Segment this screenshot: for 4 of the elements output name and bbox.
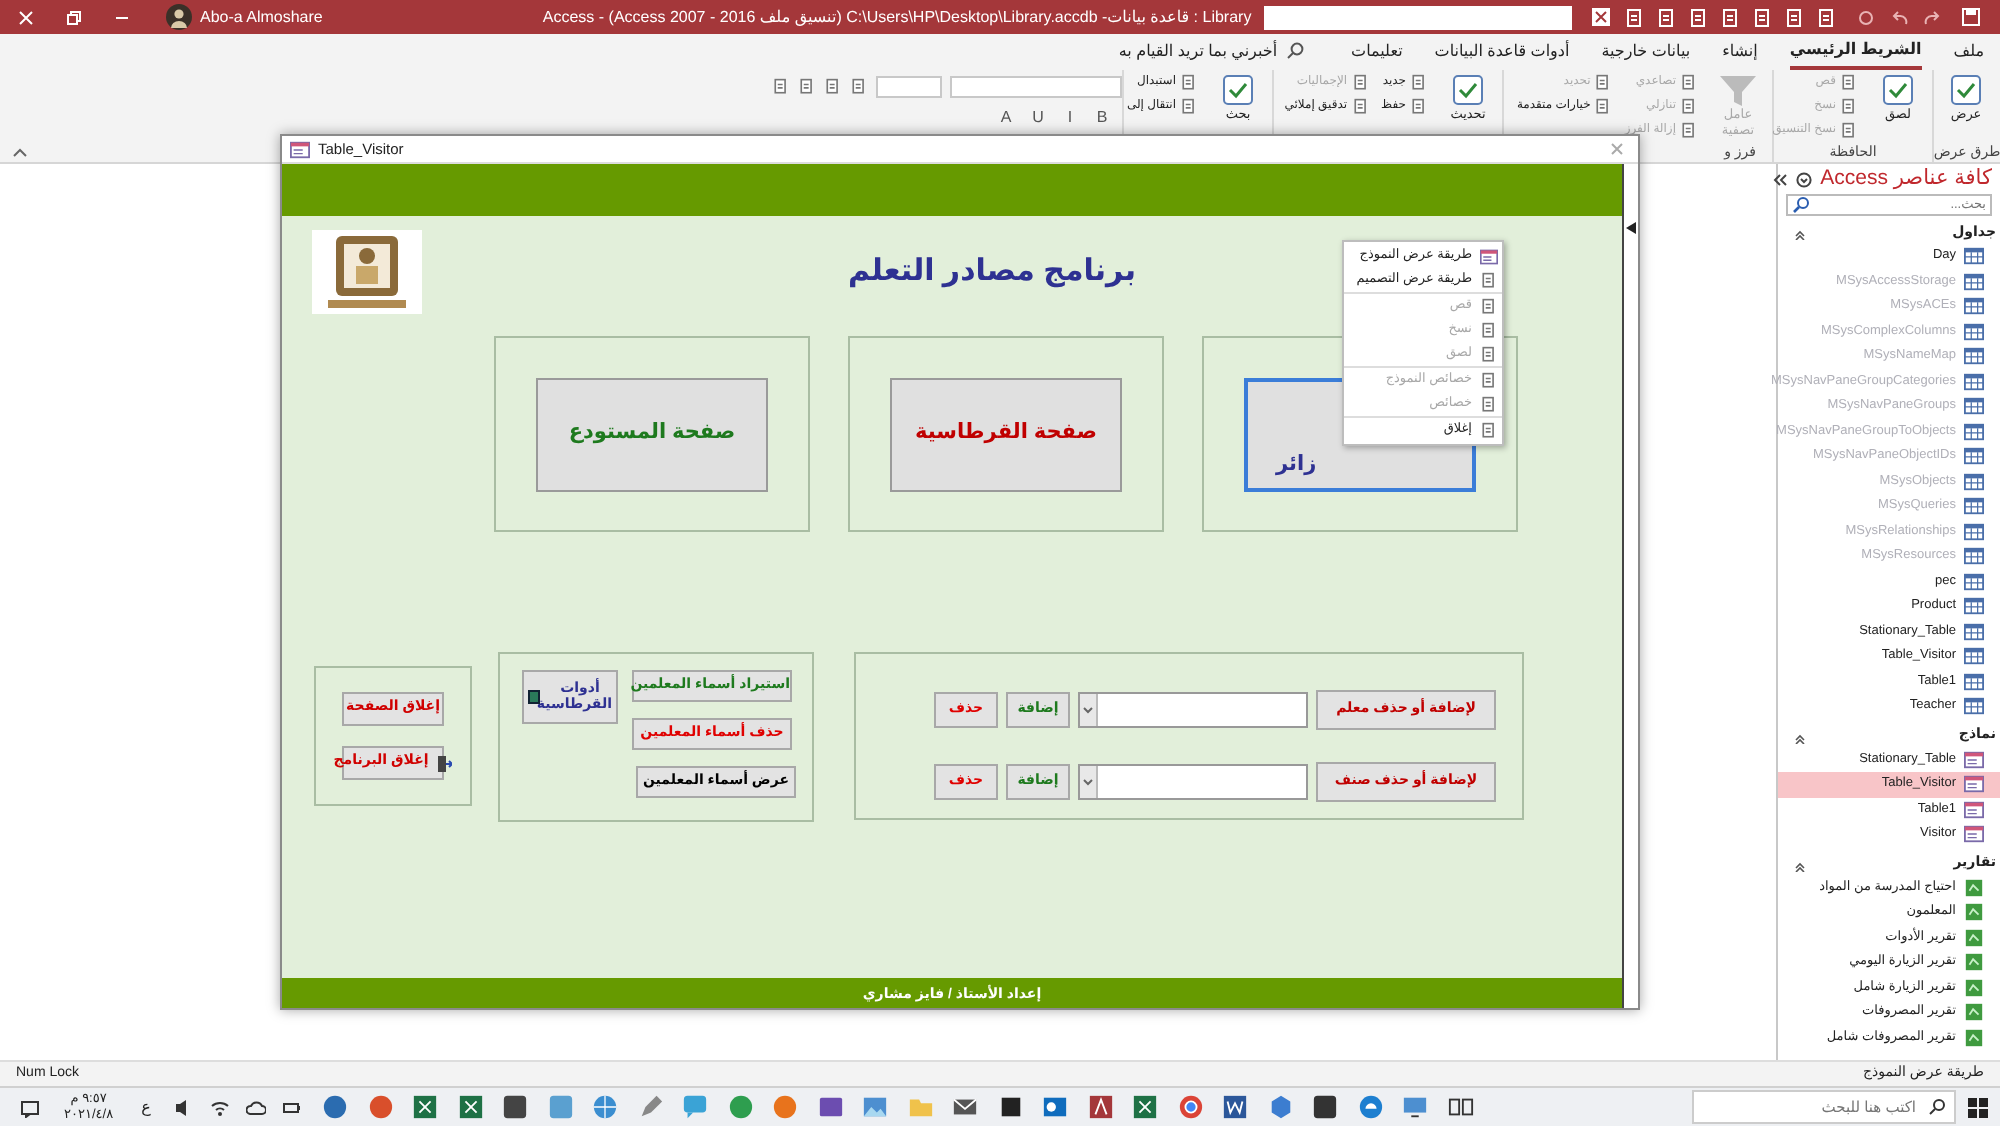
user-name: Abo-a Almoshare bbox=[200, 5, 323, 29]
form-heading: برنامج مصادر التعلم bbox=[848, 251, 1136, 292]
window-title: Library : قاعدة بيانات- C:\Users\HP\Desktop\Library.accdb (تنسيق ملف Access 2007 - 2016) - Access bbox=[542, 5, 1252, 29]
pane-title: كافة عناصر Access bbox=[1820, 163, 1992, 194]
